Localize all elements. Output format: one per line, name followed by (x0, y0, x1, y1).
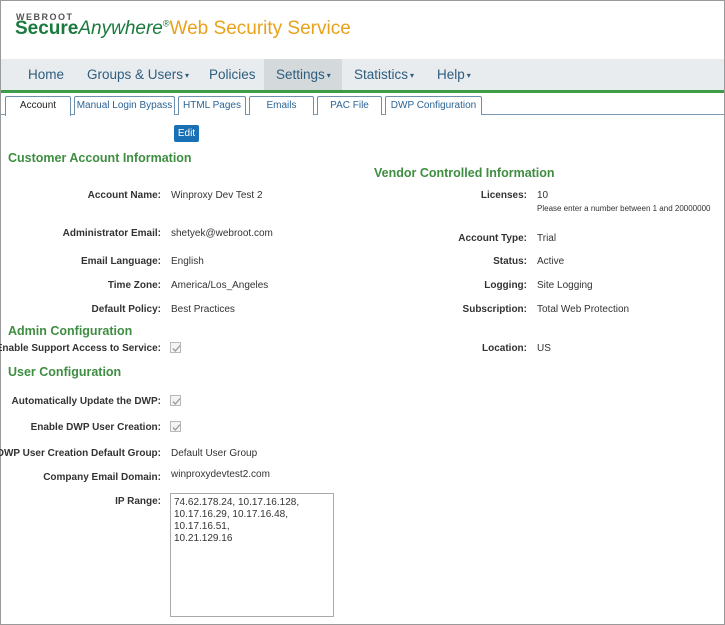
ip-range-label: IP Range: (115, 496, 161, 507)
default-policy-label: Default Policy: (91, 304, 161, 315)
check-icon (172, 424, 181, 431)
tab-account[interactable]: Account (5, 96, 71, 116)
default-policy-value: Best Practices (171, 304, 235, 315)
status-label: Status: (493, 256, 527, 267)
ip-range-textarea[interactable]: 74.62.178.24, 10.17.16.128, 10.17.16.29,… (170, 493, 334, 617)
tab-manual-login-bypass[interactable]: Manual Login Bypass (74, 96, 175, 115)
admin-email-value: shetyek@webroot.com (171, 228, 273, 239)
licenses-hint: Please enter a number between 1 and 2000… (537, 204, 711, 213)
default-group-label: DWP User Creation Default Group: (0, 448, 161, 459)
check-icon (172, 345, 181, 352)
subscription-value: Total Web Protection (537, 304, 630, 315)
nav-groups-users[interactable]: Groups & Users ▾ (75, 59, 201, 90)
dwp-user-creation-checkbox[interactable] (170, 421, 181, 432)
tab-pac-file[interactable]: PAC File (317, 96, 382, 115)
main-nav: Home Groups & Users ▾ Policies Settings ▾ … (1, 59, 724, 93)
nav-home-label: Home (28, 67, 65, 82)
default-group-value: Default User Group (171, 448, 258, 459)
location-label: Location: (482, 343, 527, 354)
caret-down-icon: ▾ (466, 71, 471, 80)
nav-groups-users-label: Groups & Users (87, 67, 184, 82)
licenses-value: 10 (537, 190, 549, 201)
nav-policies[interactable]: Policies (197, 59, 268, 90)
admin-email-label: Administrator Email: (62, 228, 161, 239)
brand-service: Web Security Service (169, 18, 351, 39)
brand-registered: ® (162, 18, 170, 29)
company-domain-value: winproxydevtest2.com (171, 469, 270, 480)
caret-down-icon: ▾ (410, 71, 415, 80)
nav-statistics[interactable]: Statistics ▾ (342, 59, 426, 90)
brand-logo: SecureAnywhere®Web Security Service (15, 18, 351, 40)
location-value: US (537, 343, 551, 354)
support-access-label: Enable Support Access to Service: (0, 343, 161, 354)
dwp-user-creation-label: Enable DWP User Creation: (30, 422, 161, 433)
nav-statistics-label: Statistics (354, 67, 409, 82)
time-zone-value: America/Los_Angeles (171, 280, 269, 291)
licenses-label: Licenses: (480, 190, 527, 201)
header: WEBROOT SecureAnywhere®Web Security Serv… (1, 1, 724, 59)
company-domain-label: Company Email Domain: (43, 472, 161, 483)
status-value: Active (537, 256, 565, 267)
account-type-value: Trial (537, 233, 557, 244)
account-name-label: Account Name: (87, 190, 161, 201)
nav-policies-label: Policies (209, 67, 256, 82)
support-access-checkbox[interactable] (170, 342, 181, 353)
subscription-label: Subscription: (462, 304, 527, 315)
edit-button[interactable]: Edit (174, 125, 199, 142)
account-name-value: Winproxy Dev Test 2 (171, 190, 263, 201)
caret-down-icon: ▾ (326, 71, 331, 80)
nav-help[interactable]: Help ▾ (425, 59, 483, 90)
email-language-label: Email Language: (80, 256, 161, 267)
email-language-value: English (171, 256, 204, 267)
tab-html-pages[interactable]: HTML Pages (178, 96, 246, 115)
tab-emails[interactable]: Emails (249, 96, 314, 115)
account-type-label: Account Type: (458, 233, 527, 244)
logging-value: Site Logging (537, 280, 593, 291)
time-zone-label: Time Zone: (107, 280, 161, 291)
auto-update-checkbox[interactable] (170, 395, 181, 406)
customer-account-title: Customer Account Information (8, 151, 192, 165)
caret-down-icon: ▾ (185, 71, 190, 80)
user-config-title: User Configuration (8, 365, 122, 379)
tab-dwp-configuration[interactable]: DWP Configuration (385, 96, 482, 115)
admin-config-title: Admin Configuration (8, 324, 133, 338)
auto-update-label: Automatically Update the DWP: (11, 396, 161, 407)
nav-settings[interactable]: Settings ▾ (264, 59, 342, 90)
nav-home[interactable]: Home (16, 59, 76, 90)
brand-secure: Secure (15, 18, 79, 39)
nav-help-label: Help (437, 67, 465, 82)
check-icon (172, 398, 181, 405)
settings-tabs: Account Manual Login Bypass HTML Pages E… (1, 95, 724, 116)
nav-settings-label: Settings (276, 67, 325, 82)
vendor-info-title: Vendor Controlled Information (374, 166, 555, 180)
brand-anywhere: Anywhere (78, 18, 163, 39)
logging-label: Logging: (484, 280, 527, 291)
